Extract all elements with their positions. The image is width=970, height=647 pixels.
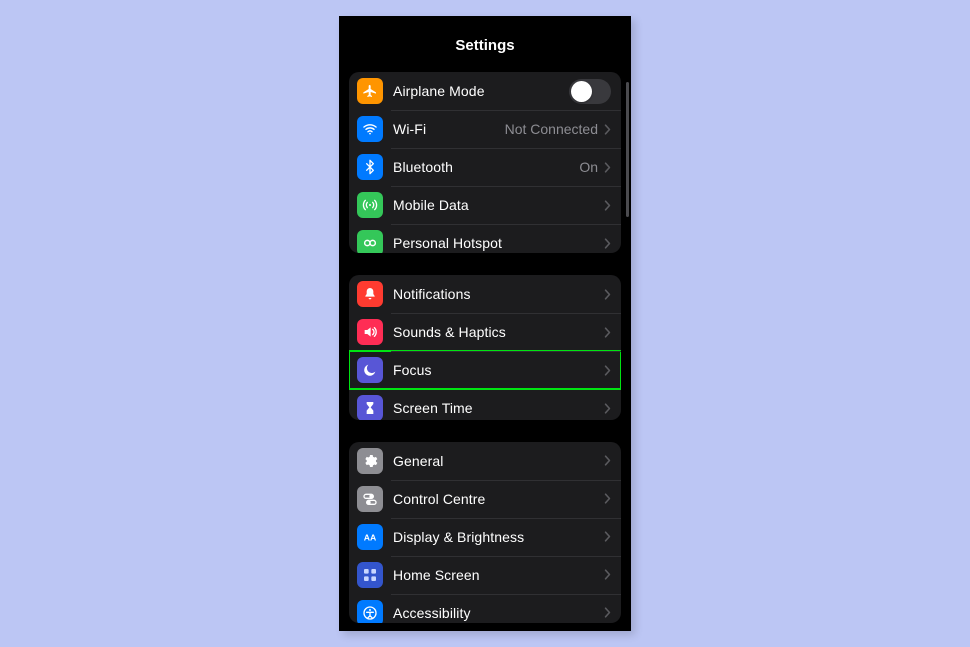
moon-icon xyxy=(357,357,383,383)
nav-bar: Settings xyxy=(339,16,631,64)
row-label: Screen Time xyxy=(393,400,604,416)
settings-row-bluetooth[interactable]: BluetoothOn xyxy=(349,148,621,186)
antenna-icon xyxy=(357,192,383,218)
settings-row-notifications[interactable]: Notifications xyxy=(349,275,621,313)
row-value: On xyxy=(579,159,598,175)
bell-icon xyxy=(357,281,383,307)
chevron-right-icon xyxy=(604,455,611,466)
scroll-indicator xyxy=(626,82,629,217)
chevron-right-icon xyxy=(604,124,611,135)
row-label: Focus xyxy=(393,362,604,378)
chevron-right-icon xyxy=(604,289,611,300)
chevron-right-icon xyxy=(604,569,611,580)
settings-group: Airplane ModeWi-FiNot ConnectedBluetooth… xyxy=(349,72,621,253)
chevron-right-icon xyxy=(604,162,611,173)
airplane-icon xyxy=(357,78,383,104)
hotspot-icon xyxy=(357,230,383,253)
toggle-knob xyxy=(571,81,592,102)
settings-list[interactable]: Airplane ModeWi-FiNot ConnectedBluetooth… xyxy=(339,64,631,631)
svg-text:AA: AA xyxy=(364,532,377,542)
row-value: Not Connected xyxy=(505,121,598,137)
settings-row-control-centre[interactable]: Control Centre xyxy=(349,480,621,518)
row-label: Accessibility xyxy=(393,605,604,621)
chevron-right-icon xyxy=(604,365,611,376)
settings-screen: Settings Airplane Mode Wi-FiNot Connected… xyxy=(339,16,631,631)
settings-row-wifi[interactable]: Wi-FiNot Connected xyxy=(349,110,621,148)
page-title: Settings xyxy=(455,37,514,54)
row-label: Home Screen xyxy=(393,567,604,583)
hourglass-icon xyxy=(357,395,383,420)
settings-row-mobile-data[interactable]: Mobile Data xyxy=(349,186,621,224)
settings-row-focus[interactable]: Focus xyxy=(349,351,621,389)
row-label: Notifications xyxy=(393,286,604,302)
bluetooth-icon xyxy=(357,154,383,180)
gear-icon xyxy=(357,448,383,474)
settings-row-screen-time[interactable]: Screen Time xyxy=(349,389,621,420)
settings-row-personal-hotspot[interactable]: Personal Hotspot xyxy=(349,224,621,253)
settings-row-home-screen[interactable]: Home Screen xyxy=(349,556,621,594)
airplane-mode-toggle[interactable] xyxy=(569,79,611,104)
settings-row-general[interactable]: General xyxy=(349,442,621,480)
access-icon xyxy=(357,600,383,623)
settings-group: General Control Centre AA Display & Brightn… xyxy=(349,442,621,623)
grid-icon xyxy=(357,562,383,588)
aa-icon: AA xyxy=(357,524,383,550)
chevron-right-icon xyxy=(604,493,611,504)
chevron-right-icon xyxy=(604,531,611,542)
row-label: Airplane Mode xyxy=(393,83,569,99)
row-label: General xyxy=(393,453,604,469)
chevron-right-icon xyxy=(604,238,611,249)
chevron-right-icon xyxy=(604,607,611,618)
row-label: Sounds & Haptics xyxy=(393,324,604,340)
settings-row-airplane-mode[interactable]: Airplane Mode xyxy=(349,72,621,110)
chevron-right-icon xyxy=(604,403,611,414)
switches-icon xyxy=(357,486,383,512)
row-label: Personal Hotspot xyxy=(393,235,604,251)
wifi-icon xyxy=(357,116,383,142)
row-label: Mobile Data xyxy=(393,197,604,213)
chevron-right-icon xyxy=(604,200,611,211)
settings-row-sounds-haptics[interactable]: Sounds & Haptics xyxy=(349,313,621,351)
row-label: Wi-Fi xyxy=(393,121,505,137)
speaker-icon xyxy=(357,319,383,345)
row-label: Display & Brightness xyxy=(393,529,604,545)
settings-row-accessibility[interactable]: Accessibility xyxy=(349,594,621,623)
row-label: Control Centre xyxy=(393,491,604,507)
row-label: Bluetooth xyxy=(393,159,579,175)
settings-row-display-brightness[interactable]: AA Display & Brightness xyxy=(349,518,621,556)
settings-group: Notifications Sounds & Haptics Focus Screen… xyxy=(349,275,621,420)
chevron-right-icon xyxy=(604,327,611,338)
